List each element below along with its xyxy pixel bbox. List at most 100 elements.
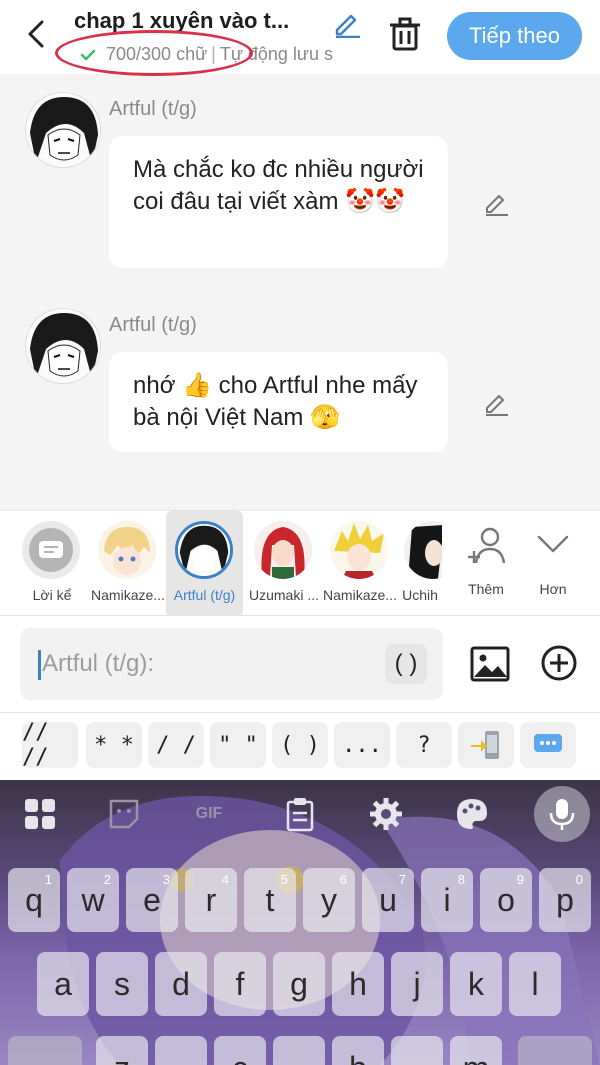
key-p[interactable]: p0 <box>539 868 591 932</box>
character-artful-selected[interactable]: Artful (t/g) <box>166 511 243 617</box>
message-bubble[interactable]: Mà chắc ko đc nhiều người coi đâu tại vi… <box>109 136 448 268</box>
key-z[interactable]: z <box>96 1036 148 1065</box>
character-avatar <box>98 521 156 579</box>
edit-title-icon[interactable] <box>332 8 362 38</box>
key-f[interactable]: f <box>214 952 266 1016</box>
clipboard-icon[interactable] <box>280 794 320 834</box>
key-m[interactable]: m <box>450 1036 502 1065</box>
message-input[interactable]: Artful (t/g): ( ) <box>20 628 443 700</box>
quick-insert-bar: // // * * / / " " ( ) ... ? <box>0 712 600 780</box>
key-g[interactable]: g <box>273 952 325 1016</box>
key-k[interactable]: k <box>450 952 502 1016</box>
key-label: o <box>497 881 515 918</box>
blonde-character-icon <box>98 521 156 579</box>
author-name: Artful (t/g) <box>109 314 197 336</box>
key-label: u <box>379 881 397 918</box>
input-placeholder: Artful (t/g): <box>42 650 155 677</box>
add-circle-icon[interactable] <box>540 644 578 682</box>
chip-question[interactable]: ? <box>396 722 452 768</box>
chip-slashes[interactable]: / / <box>148 722 204 768</box>
palette-icon[interactable] <box>452 794 492 834</box>
key-hint: 1 <box>44 872 52 887</box>
chip-comment[interactable] <box>520 722 576 768</box>
trash-icon[interactable] <box>388 16 422 52</box>
apps-grid-icon[interactable] <box>20 794 60 834</box>
character-name: Uchih <box>402 587 438 603</box>
key-hint: 3 <box>162 872 170 887</box>
key-label: w <box>81 881 105 918</box>
parentheses-button[interactable]: ( ) <box>385 644 427 684</box>
character-namikaze-1[interactable]: Namikaze... <box>88 511 168 617</box>
character-name: Lời kể <box>32 587 72 603</box>
key-t[interactable]: t5 <box>244 868 296 932</box>
key-o[interactable]: o9 <box>480 868 532 932</box>
character-narrator[interactable]: Lời kể <box>12 511 92 617</box>
chip-parentheses[interactable]: ( ) <box>272 722 328 768</box>
microphone-icon[interactable] <box>534 786 590 842</box>
next-button[interactable]: Tiếp theo <box>447 12 582 60</box>
settings-gear-icon[interactable] <box>366 794 406 834</box>
key-v[interactable] <box>273 1036 325 1065</box>
key-i[interactable]: i8 <box>421 868 473 932</box>
dark-hair-character-icon <box>404 521 442 579</box>
shift-key[interactable] <box>8 1036 82 1065</box>
chip-switch-device[interactable] <box>458 722 514 768</box>
backspace-key[interactable] <box>518 1036 592 1065</box>
chip-quotes[interactable]: " " <box>210 722 266 768</box>
gear-glyph <box>370 798 402 830</box>
redhead-character-icon <box>254 521 312 579</box>
key-hint: 2 <box>103 872 111 887</box>
key-y[interactable]: y6 <box>303 868 355 932</box>
key-hint: 6 <box>339 872 347 887</box>
character-uzumaki[interactable]: Uzumaki ... <box>244 511 324 617</box>
character-avatar <box>330 521 388 579</box>
narrator-avatar <box>22 521 80 579</box>
key-l[interactable]: l <box>509 952 561 1016</box>
key-h[interactable]: h <box>332 952 384 1016</box>
character-picker: Lời kể Namikaze... Artful (t/g) Uzumaki … <box>0 510 600 617</box>
key-x[interactable] <box>155 1036 207 1065</box>
speech-bubble-icon <box>534 734 562 752</box>
save-status: 700/300 chữ | Tự động lưu s <box>78 44 362 65</box>
key-hint: 8 <box>457 872 465 887</box>
image-icon[interactable] <box>470 644 510 684</box>
key-hint: 0 <box>575 872 583 887</box>
key-c[interactable]: c <box>214 1036 266 1065</box>
character-namikaze-2[interactable]: Namikaze... <box>320 511 400 617</box>
chip-asterisks[interactable]: * * <box>86 722 142 768</box>
key-b[interactable]: b <box>332 1036 384 1065</box>
message-bubble[interactable]: nhớ 👍 cho Artful nhe mấy bà nội Việt Nam… <box>109 352 448 452</box>
character-name: Artful (t/g) <box>173 587 236 603</box>
key-e[interactable]: e3 <box>126 868 178 932</box>
key-n[interactable] <box>391 1036 443 1065</box>
character-name: Uzumaki ... <box>248 587 319 603</box>
chip-ellipsis[interactable]: ... <box>334 722 390 768</box>
spiky-blonde-character-icon <box>330 521 388 579</box>
more-characters-label: Hơn <box>539 581 567 597</box>
author-avatar[interactable] <box>25 308 101 384</box>
word-count: 700/300 chữ <box>106 44 208 64</box>
edit-message-icon[interactable] <box>482 188 510 216</box>
manga-portrait-icon <box>26 93 100 167</box>
add-character-button[interactable]: Thêm <box>456 511 516 617</box>
back-icon[interactable] <box>22 16 52 52</box>
key-q[interactable]: q1 <box>8 868 60 932</box>
gif-button[interactable]: GIF <box>186 794 232 834</box>
author-avatar[interactable] <box>25 92 101 168</box>
edit-message-icon[interactable] <box>482 388 510 416</box>
character-uchiha[interactable]: Uchih <box>398 511 442 617</box>
key-w[interactable]: w2 <box>67 868 119 932</box>
chip-double-slash[interactable]: // // <box>22 720 78 770</box>
chapter-title[interactable]: chap 1 xuyên vào t... <box>74 8 320 34</box>
meta-separator: | <box>211 44 216 64</box>
key-s[interactable]: s <box>96 952 148 1016</box>
add-character-label: Thêm <box>468 581 504 597</box>
key-j[interactable]: j <box>391 952 443 1016</box>
key-d[interactable]: d <box>155 952 207 1016</box>
more-characters-button[interactable]: Hơn <box>523 511 583 617</box>
key-hint: 9 <box>516 872 524 887</box>
sticker-icon[interactable] <box>104 794 144 834</box>
key-a[interactable]: a <box>37 952 89 1016</box>
key-u[interactable]: u7 <box>362 868 414 932</box>
key-r[interactable]: r4 <box>185 868 237 932</box>
